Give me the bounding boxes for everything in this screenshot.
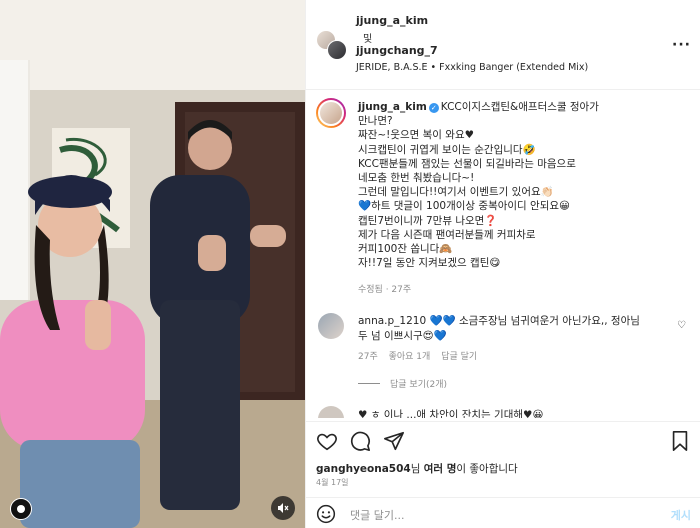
view-replies-label: 답글 보기(2개) [390, 380, 448, 390]
audio-track[interactable]: JERIDE, B.A.S.E • Fxxking Banger (Extend… [356, 62, 588, 73]
view-replies-button[interactable]: 답글 보기(2개) [358, 377, 447, 390]
post-panel: jjung_a_kim 및 jjungchang_7 JERIDE, B.A.S… [305, 0, 700, 528]
caption-line: 자!!7일 동안 지켜보겠으 캡틴😋 [358, 257, 501, 270]
divider [358, 383, 380, 384]
caption-line: 짜잔~!웃으면 복이 와요♥ [358, 129, 475, 142]
collab-conjunction: 및 [363, 34, 373, 45]
post-button[interactable]: 게시 [671, 507, 691, 523]
caption-line: 제가 다음 시즌때 팬여러분들께 커피차로 [358, 228, 536, 241]
avatar[interactable] [316, 98, 346, 128]
comment-meta: 27주 좋아요 1개 답글 달기 [358, 349, 485, 362]
author-username[interactable]: jjung_a_kim [356, 14, 428, 27]
more-icon[interactable]: ··· [672, 38, 691, 52]
post-header: jjung_a_kim 및 jjungchang_7 JERIDE, B.A.S… [306, 0, 700, 90]
heart-icon[interactable] [316, 430, 338, 452]
emoji-icon[interactable] [316, 504, 336, 524]
mute-icon[interactable] [271, 496, 295, 520]
bookmark-icon[interactable] [669, 430, 691, 452]
caption-line: 그런데 말입니다!!여기서 이벤트기 있어요👏🏻 [358, 186, 554, 199]
send-icon[interactable] [383, 430, 405, 452]
liker-username[interactable]: ganghyeona504 [316, 463, 411, 475]
post-caption: jjung_a_kim ✓ KCC이지스캡틴&애프터스쿨 정아가 만나면? 짜잔~!… [358, 100, 658, 270]
action-bar [306, 421, 700, 461]
comment-likes[interactable]: 좋아요 1개 [389, 352, 431, 362]
caption-username[interactable]: jjung_a_kim [358, 101, 427, 113]
caption-meta: 수정됨 · 27주 [358, 285, 412, 295]
caption-line: 💙하트 댓글이 100개이상 중복아이디 안되요😀 [358, 200, 570, 213]
comment-text: 두 넘 이쁘시구😍💙 [358, 329, 447, 342]
video-frame [0, 0, 305, 528]
caption-line: 시크캡틴이 귀엽게 보이는 순간입니다🤣 [358, 143, 536, 156]
likes-others[interactable]: 여러 명 [424, 463, 457, 475]
comment-like-icon[interactable]: ♡ [677, 320, 686, 331]
reply-button[interactable]: 답글 달기 [441, 352, 477, 362]
caption-line: 네모춤 한번 춰봤습니다~! [358, 172, 475, 185]
likes-summary[interactable]: ganghyeona504님 여러 명이 좋아합니다 [316, 461, 518, 476]
avatar[interactable] [327, 40, 347, 60]
caption-line: 커피100잔 쏩니다🙈 [358, 243, 453, 256]
caption-line: KCC팬분들께 잼있는 선물이 되길바라는 마음으로 [358, 157, 576, 170]
caption-line: 만나면? [358, 115, 393, 128]
comment-username[interactable]: anna.p_1210 [358, 315, 426, 327]
comment: anna.p_1210 💙💙 소금주장님 넘귀여운거 아닌가요,, 정아님 두 … [358, 314, 658, 343]
comment-icon[interactable] [349, 430, 371, 452]
partial-comment: ♥ ㅎ 이나 ...애 차안이 잔치는 기대해♥😀 [318, 406, 688, 418]
comment-composer: 댓글 달기... 게시 [306, 497, 700, 528]
reel-video[interactable] [0, 0, 305, 528]
comment-time: 27주 [358, 352, 378, 362]
comment-text: 💙💙 소금주장님 넘귀여운거 아닌가요,, 정아님 [429, 315, 640, 327]
likes-text: 님 [410, 463, 424, 475]
post-date: 4월 17일 [316, 478, 349, 487]
likes-text: 이 좋아합니다 [456, 463, 518, 475]
verified-icon: ✓ [428, 103, 439, 113]
avatar[interactable] [318, 313, 344, 339]
video-owner-avatar[interactable] [10, 498, 32, 520]
caption-line: 캡틴7번이니까 7만뷰 나오면❓ [358, 214, 498, 227]
collaborator-username[interactable]: jjungchang_7 [356, 44, 438, 57]
comment-text: ♥ ㅎ 이나 ...애 차안이 잔치는 기대해♥😀 [358, 409, 544, 418]
comment-input[interactable]: 댓글 달기... [350, 507, 404, 523]
caption-line: KCC이지스캡틴&애프터스쿨 정아가 [440, 101, 599, 113]
avatar[interactable] [318, 406, 344, 418]
